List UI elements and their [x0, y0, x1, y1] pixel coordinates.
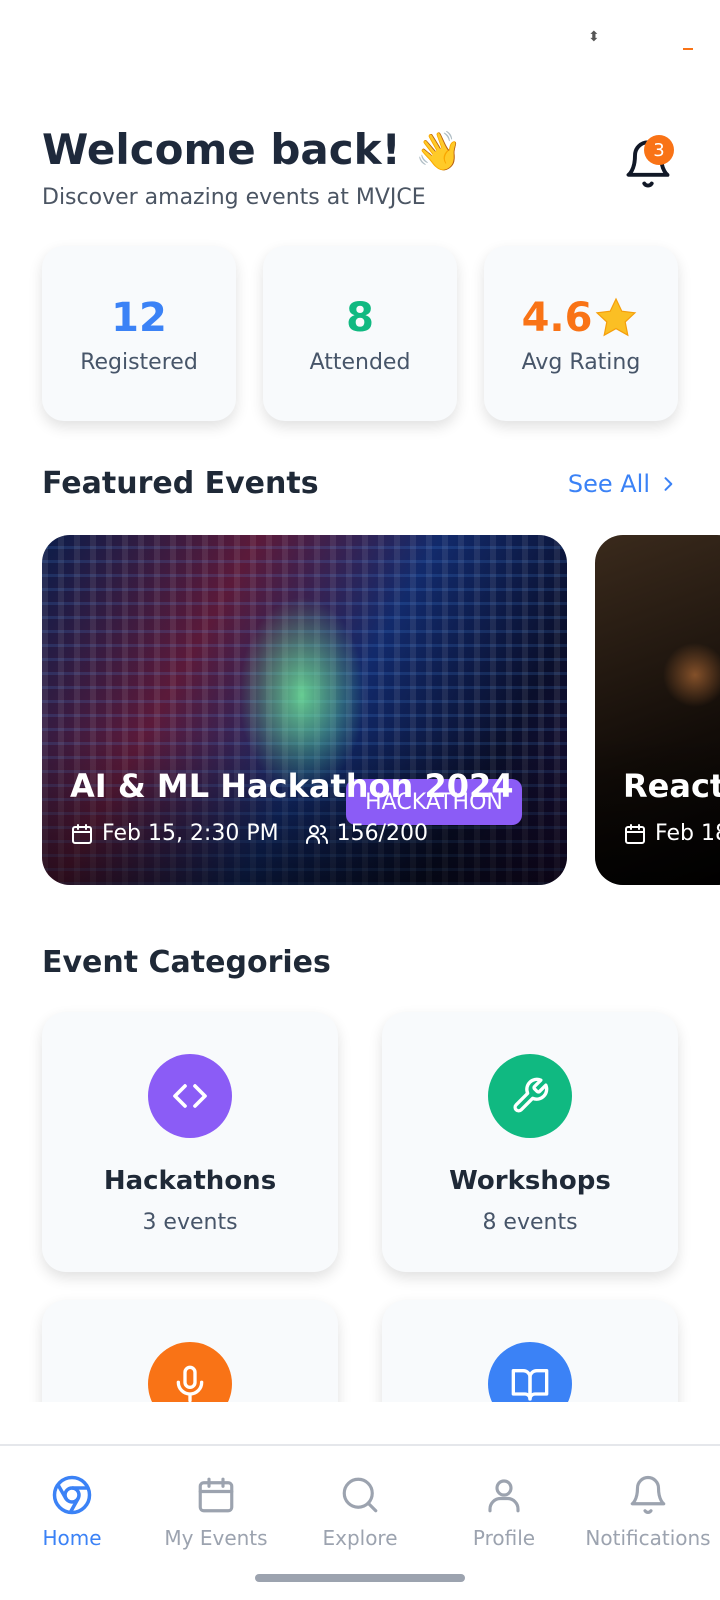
person-icon	[488, 1479, 520, 1513]
stat-value: 12	[111, 295, 167, 341]
featured-carousel[interactable]: HACKATHON AI & ML Hackathon 2024 Feb 15,…	[42, 535, 720, 885]
event-card[interactable]: HACKATHON AI & ML Hackathon 2024 Feb 15,…	[42, 535, 567, 885]
section-title-featured: Featured Events	[42, 466, 319, 501]
event-date: Feb 15, 2:30 PM	[102, 821, 279, 846]
nav-label: Explore	[322, 1526, 398, 1550]
signal-indicator-icon: ⬍	[588, 29, 600, 45]
categories-header: Event Categories	[42, 945, 678, 980]
nav-item-home[interactable]: Home	[0, 1446, 144, 1600]
nav-label: Profile	[472, 1526, 536, 1550]
event-date: Feb 18	[655, 821, 720, 846]
stat-value: 8	[346, 295, 374, 341]
header: Welcome back! 👋 Discover amazing events …	[42, 120, 678, 210]
wrench-icon	[513, 1077, 549, 1113]
nav-label: My Events	[164, 1526, 268, 1550]
category-count: 8 events	[482, 1210, 578, 1235]
stat-card-registered[interactable]: 12 Registered	[42, 246, 236, 421]
category-card-talks[interactable]	[42, 1300, 338, 1402]
event-title: React	[623, 767, 720, 805]
search-icon	[342, 1477, 378, 1513]
code-icon	[173, 1084, 207, 1108]
microphone-icon	[176, 1365, 204, 1402]
event-attendees: 156/200	[336, 821, 428, 846]
bell-icon	[630, 1476, 666, 1514]
users-icon	[305, 824, 328, 844]
book-icon	[511, 1369, 549, 1401]
stat-value-rating: 4.6	[522, 292, 641, 344]
categories-scroll-area[interactable]: Hackathons 3 events Workshops 8 events	[0, 990, 720, 1402]
category-card-workshops[interactable]: Workshops 8 events	[382, 1012, 678, 1272]
stat-card-avg-rating[interactable]: 4.6 Avg Rating	[484, 246, 678, 421]
star-icon	[596, 297, 637, 337]
chevron-right-icon	[664, 476, 673, 491]
event-meta: Feb 18	[623, 821, 720, 846]
section-title-categories: Event Categories	[42, 945, 331, 980]
category-icon-circle	[488, 1054, 572, 1138]
stats-row: 12 Registered 8 Attended 4.6 Avg Rating	[42, 246, 678, 421]
category-card-hackathons[interactable]: Hackathons 3 events	[42, 1012, 338, 1272]
page-title: Welcome back! 👋	[42, 120, 678, 181]
calendar-icon	[625, 823, 645, 844]
nav-label: Home	[42, 1526, 102, 1550]
event-meta: Feb 15, 2:30 PM 156/200	[70, 821, 454, 846]
wave-emoji-icon: 👋	[415, 129, 463, 173]
category-icon-circle	[148, 1342, 232, 1402]
stat-card-attended[interactable]: 8 Attended	[263, 246, 457, 421]
featured-header: Featured Events See All	[42, 466, 678, 501]
see-all-label: See All	[567, 469, 650, 498]
category-icon-circle	[148, 1054, 232, 1138]
category-name: Hackathons	[103, 1166, 277, 1196]
nav-item-notifications[interactable]: Notifications	[576, 1446, 720, 1600]
event-image-overlay	[595, 735, 720, 885]
status-bar: ⬍	[0, 0, 720, 90]
see-all-link[interactable]: See All	[568, 470, 678, 498]
stat-label: Registered	[80, 350, 198, 375]
category-name: Workshops	[449, 1166, 611, 1196]
home-indicator[interactable]	[255, 1574, 465, 1582]
event-card[interactable]: React Feb 18	[595, 535, 720, 885]
nav-label: Notifications	[585, 1526, 711, 1550]
stat-value: 4.6	[521, 295, 593, 341]
calendar-icon	[72, 823, 92, 844]
categories-grid: Hackathons 3 events Workshops 8 events	[42, 1012, 678, 1402]
calendar-icon	[198, 1477, 234, 1513]
category-icon-circle	[488, 1342, 572, 1402]
category-count: 3 events	[142, 1210, 238, 1235]
stat-label: Avg Rating	[521, 350, 641, 375]
home-icon	[52, 1475, 92, 1515]
welcome-text: Welcome back!	[42, 125, 401, 174]
category-card-seminars[interactable]	[382, 1300, 678, 1402]
stat-label: Attended	[309, 350, 411, 375]
event-title: AI & ML Hackathon 2024	[70, 767, 514, 805]
battery-indicator	[683, 48, 693, 50]
page-subtitle: Discover amazing events at MVJCE	[42, 185, 426, 210]
notification-badge: 3	[644, 135, 674, 165]
